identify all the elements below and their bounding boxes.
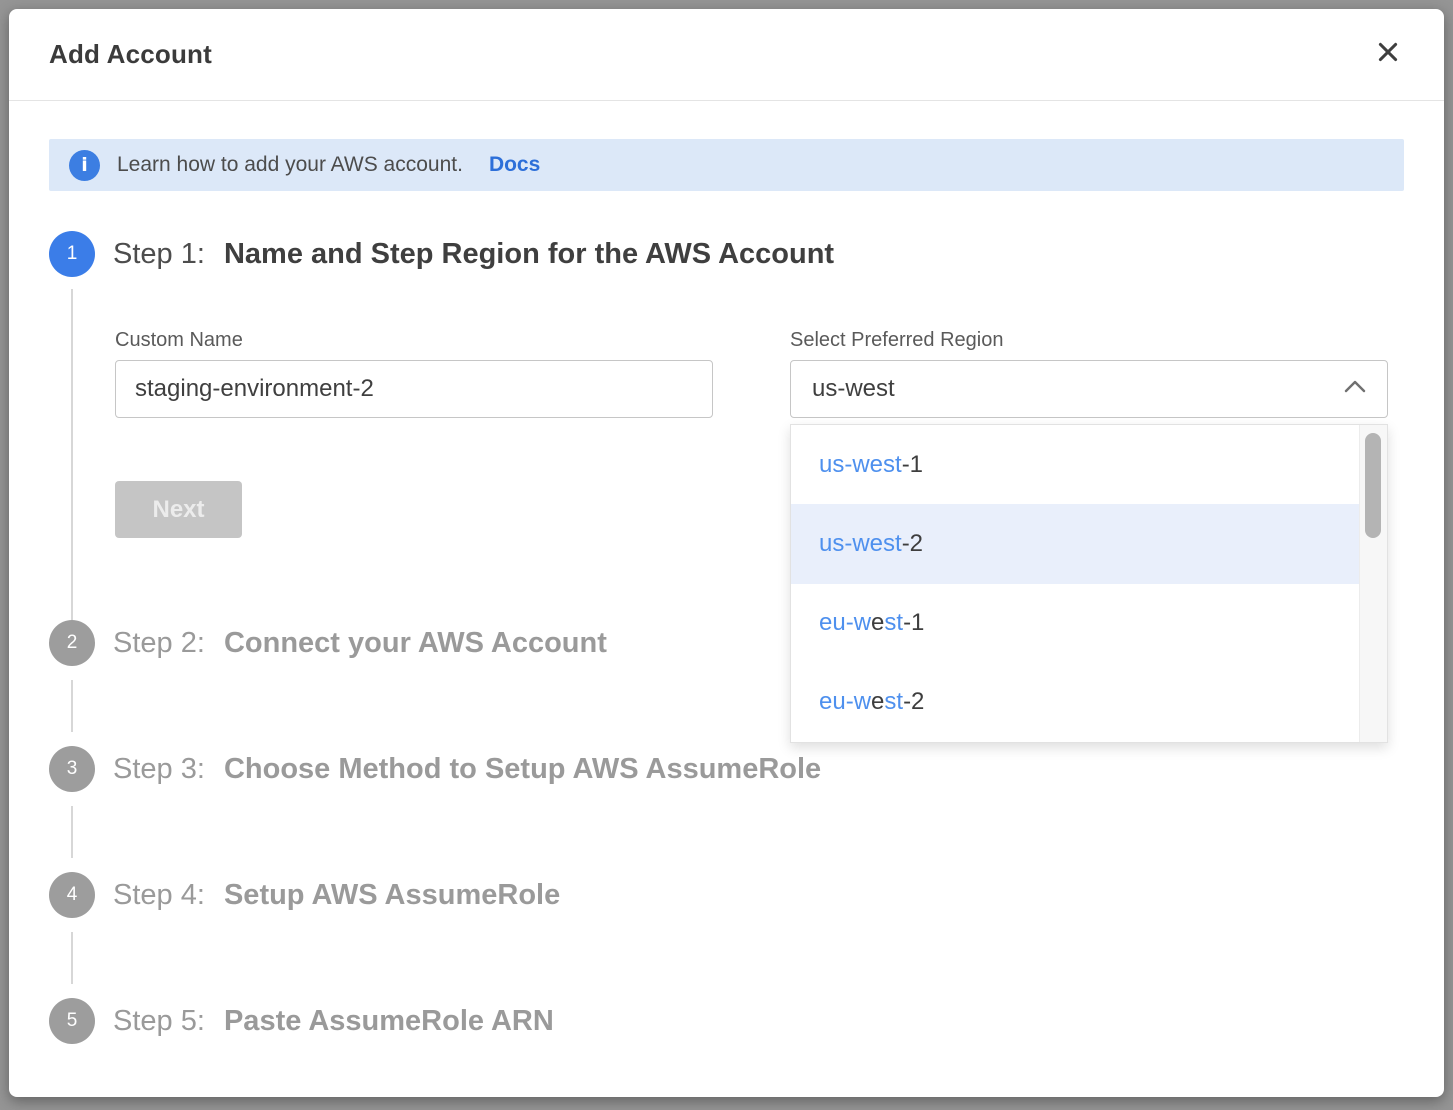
step-4-indicator: 4	[49, 872, 95, 918]
scrollbar-thumb[interactable]	[1365, 433, 1381, 538]
close-icon	[1375, 39, 1401, 70]
modal-body: i Learn how to add your AWS account. Doc…	[9, 101, 1444, 1044]
info-banner: i Learn how to add your AWS account. Doc…	[49, 139, 1404, 191]
region-label: Select Preferred Region	[790, 329, 1388, 352]
next-button[interactable]: Next	[115, 481, 242, 538]
step-4-heading: Step 4: Setup AWS AssumeRole	[113, 879, 560, 912]
dropdown-scrollbar[interactable]	[1359, 425, 1387, 742]
step-1-heading: Step 1: Name and Step Region for the AWS…	[113, 238, 834, 271]
step-3-label: Step 3:	[113, 753, 205, 785]
custom-name-label: Custom Name	[115, 329, 713, 352]
region-options: us-west-1 us-west-2 eu-west-1 eu-west-2	[791, 425, 1359, 742]
step-1-content: Custom Name Next Select Preferred Region…	[71, 289, 1404, 620]
step-5-title: Paste AssumeRole ARN	[224, 1005, 554, 1037]
page-title: Add Account	[49, 39, 212, 70]
step-3-heading: Step 3: Choose Method to Setup AWS Assum…	[113, 753, 821, 786]
step-2-title: Connect your AWS Account	[224, 627, 607, 659]
step-connector	[71, 806, 73, 858]
docs-link[interactable]: Docs	[489, 153, 540, 177]
add-account-modal: Add Account i Learn how to add your AWS …	[9, 9, 1444, 1097]
step-1-label: Step 1:	[113, 238, 205, 270]
step-4-label: Step 4:	[113, 879, 205, 911]
region-option-eu-west-2[interactable]: eu-west-2	[791, 663, 1359, 742]
steps-list: 1 Step 1: Name and Step Region for the A…	[49, 231, 1404, 1044]
region-select[interactable]: us-west	[790, 360, 1388, 418]
info-icon: i	[69, 150, 100, 181]
step-1-title: Name and Step Region for the AWS Account	[224, 238, 834, 270]
step-5-label: Step 5:	[113, 1005, 205, 1037]
banner-text: Learn how to add your AWS account.	[117, 153, 463, 177]
custom-name-field: Custom Name Next	[115, 329, 713, 538]
custom-name-input[interactable]	[115, 360, 713, 418]
step-connector	[71, 932, 73, 984]
step-5-heading: Step 5: Paste AssumeRole ARN	[113, 1005, 554, 1038]
region-field: Select Preferred Region us-west us-we	[790, 329, 1388, 538]
step-connector	[71, 680, 73, 732]
step-5-header: 5 Step 5: Paste AssumeRole ARN	[49, 998, 1404, 1044]
step-4-header: 4 Step 4: Setup AWS AssumeRole	[49, 872, 1404, 918]
region-option-us-west-2[interactable]: us-west-2	[791, 504, 1359, 583]
step-2-label: Step 2:	[113, 627, 205, 659]
region-option-us-west-1[interactable]: us-west-1	[791, 425, 1359, 504]
chevron-up-icon	[1344, 380, 1366, 398]
step-3-header: 3 Step 3: Choose Method to Setup AWS Ass…	[49, 746, 1404, 792]
close-button[interactable]	[1370, 37, 1406, 73]
step-3-title: Choose Method to Setup AWS AssumeRole	[224, 753, 821, 785]
step-5-indicator: 5	[49, 998, 95, 1044]
region-dropdown: us-west-1 us-west-2 eu-west-1 eu-west-2	[790, 424, 1388, 743]
step-2-indicator: 2	[49, 620, 95, 666]
step-4-title: Setup AWS AssumeRole	[224, 879, 560, 911]
region-select-value: us-west	[812, 375, 895, 403]
step-1-header: 1 Step 1: Name and Step Region for the A…	[49, 231, 1404, 277]
modal-header: Add Account	[9, 9, 1444, 101]
step-1-indicator: 1	[49, 231, 95, 277]
step-2-heading: Step 2: Connect your AWS Account	[113, 627, 607, 660]
region-option-eu-west-1[interactable]: eu-west-1	[791, 584, 1359, 663]
step-3-indicator: 3	[49, 746, 95, 792]
